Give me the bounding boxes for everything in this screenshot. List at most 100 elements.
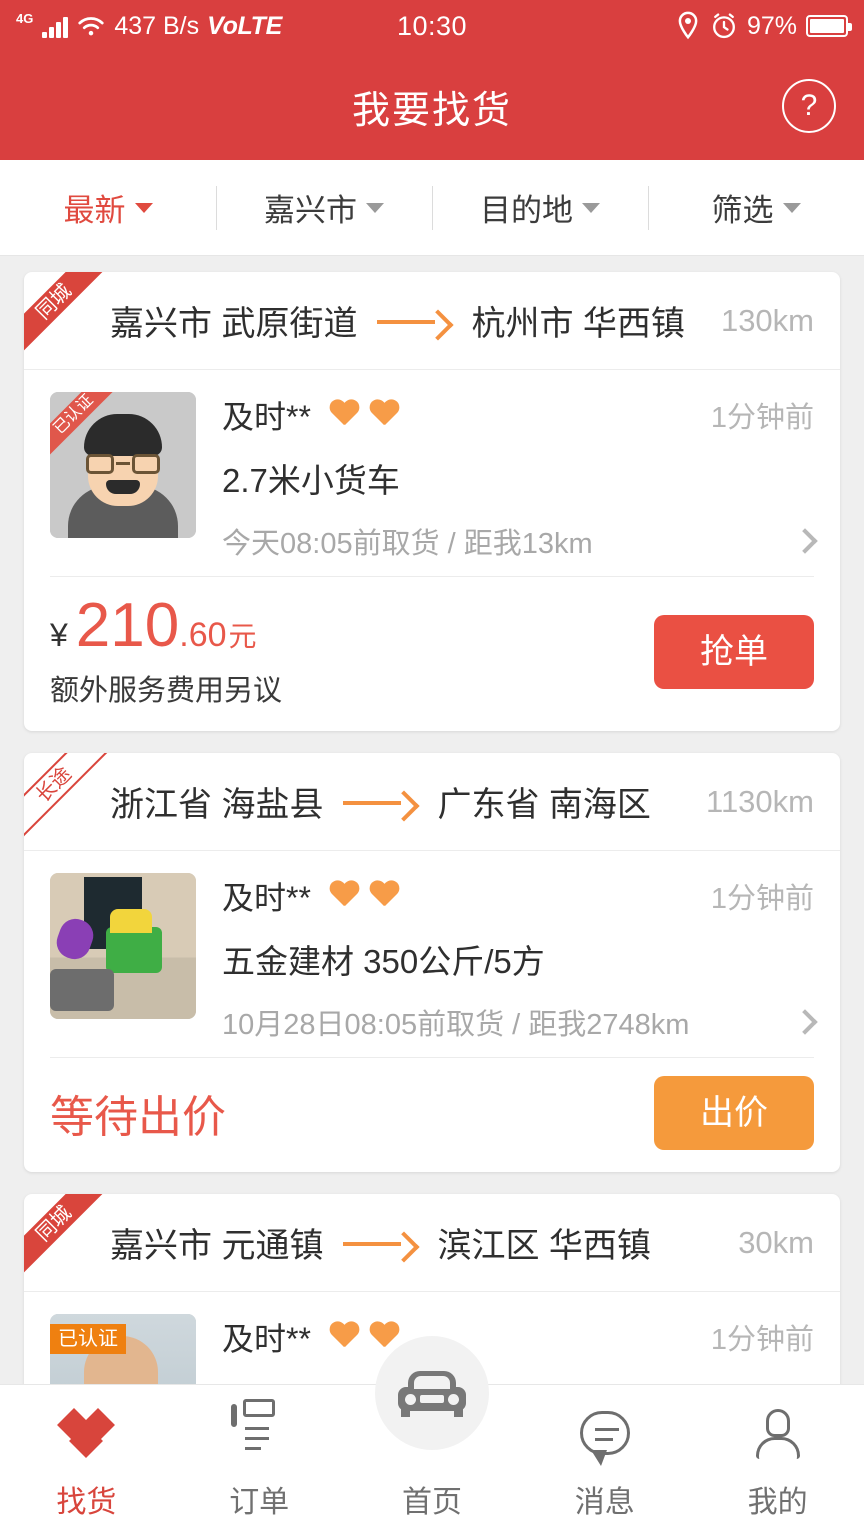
filter-bar: 最新 嘉兴市 目的地 筛选 (0, 160, 864, 256)
tab-label: 消息 (575, 1477, 635, 1521)
pickup-meta-label: 今天08:05前取货 / 距我13km (222, 520, 593, 562)
card-meta-row[interactable]: 今天08:05前取货 / 距我13km (222, 520, 814, 562)
filter-label: 嘉兴市 (264, 185, 357, 230)
arrow-right-icon (343, 1234, 417, 1252)
card-action-button[interactable]: 出价 (654, 1076, 814, 1150)
goods-label: 五金建材 350公斤/5方 (222, 935, 814, 983)
heart-icon (329, 881, 359, 911)
filter-latest[interactable]: 最新 (0, 160, 216, 255)
rating-hearts (329, 1322, 399, 1352)
heart-icon (329, 400, 359, 430)
time-ago-label: 1分钟前 (711, 875, 814, 917)
cargo-card[interactable]: 同城嘉兴市 武原街道杭州市 华西镇130km已认证及时**1分钟前2.7米小货车… (24, 272, 840, 731)
price-unit: 元 (229, 615, 257, 655)
card-info-top: 及时** 1分钟前 (222, 392, 814, 438)
currency-symbol: ¥ (50, 617, 68, 654)
origin-label: 嘉兴市 武原街道 (110, 296, 357, 345)
price-block: ¥210.60元额外服务费用另议 (50, 595, 282, 709)
filter-destination[interactable]: 目的地 (432, 160, 648, 255)
chevron-right-icon[interactable] (792, 1009, 817, 1034)
chevron-down-icon (783, 203, 801, 213)
filter-label: 最新 (64, 185, 126, 230)
app-header: 我要找货 ? (0, 52, 864, 160)
cargo-card[interactable]: 长途浙江省 海盐县广东省 南海区1130km及时**1分钟前五金建材 350公斤… (24, 753, 840, 1172)
route-row[interactable]: 嘉兴市 武原街道 杭州市 华西镇 130km (24, 272, 840, 370)
route-row[interactable]: 嘉兴市 元通镇 滨江区 华西镇 30km (24, 1194, 840, 1292)
tab-我的[interactable]: 我的 (691, 1385, 864, 1521)
route-distance-label: 30km (738, 1225, 814, 1261)
filter-origin-city[interactable]: 嘉兴市 (216, 160, 432, 255)
price-decimal: .60 (179, 616, 226, 655)
heart-icon (369, 400, 399, 430)
card-action-button[interactable]: 抢单 (654, 615, 814, 689)
route-distance-label: 130km (721, 303, 814, 339)
card-info-top: 及时** 1分钟前 (222, 1314, 814, 1360)
user-name-label: 及时** (222, 1314, 311, 1360)
tab-找货[interactable]: 找货 (0, 1385, 173, 1521)
price-line: ¥210.60元 (50, 595, 282, 657)
clipboard-icon (231, 1407, 287, 1463)
arrow-right-icon (343, 793, 417, 811)
filter-label: 目的地 (480, 185, 573, 230)
pickup-meta-label: 10月28日08:05前取货 / 距我2748km (222, 1001, 689, 1043)
verified-badge: 已认证 (50, 1324, 126, 1354)
status-bar: 4G 437 B/s VoLTE 10:30 97% (0, 0, 864, 52)
person-icon (750, 1407, 806, 1463)
card-info-top: 及时** 1分钟前 (222, 873, 814, 919)
tab-label: 找货 (56, 1477, 116, 1521)
heart-icon (369, 1322, 399, 1352)
page-title: 我要找货 (352, 79, 512, 134)
origin-label: 浙江省 海盐县 (110, 777, 323, 826)
chevron-down-icon (135, 203, 153, 213)
destination-label: 杭州市 华西镇 (471, 296, 684, 345)
heart-icon (369, 881, 399, 911)
chevron-right-icon[interactable] (792, 528, 817, 553)
tab-订单[interactable]: 订单 (173, 1385, 346, 1521)
arrow-right-icon (377, 312, 451, 330)
goods-label: 2.7米小货车 (222, 454, 814, 502)
tab-label: 订单 (229, 1477, 289, 1521)
diamond-logo-icon (58, 1407, 114, 1463)
chevron-down-icon (366, 203, 384, 213)
avatar[interactable]: 已认证 (50, 392, 196, 538)
filter-more[interactable]: 筛选 (648, 160, 864, 255)
home-fab-button[interactable] (375, 1336, 489, 1450)
origin-label: 嘉兴市 元通镇 (110, 1218, 323, 1267)
price-integer: 210 (76, 595, 179, 657)
tab-label: 首页 (402, 1477, 462, 1521)
filter-label: 筛选 (712, 185, 774, 230)
card-meta-row[interactable]: 10月28日08:05前取货 / 距我2748km (222, 1001, 814, 1043)
card-body[interactable]: 已认证及时** 1分钟前 2.7米小货车今天08:05前取货 / 距我13km (24, 370, 840, 576)
card-info: 及时** 1分钟前五金建材 350公斤/5方 10月28日08:05前取货 / 距我… (222, 873, 814, 1043)
price-note-label: 额外服务费用另议 (50, 667, 282, 709)
location-icon (675, 11, 701, 41)
card-info: 及时** 1分钟前 2.7米小货车今天08:05前取货 / 距我13km (222, 392, 814, 562)
help-button[interactable]: ? (782, 79, 836, 133)
user-name-label: 及时** (222, 873, 311, 919)
rating-hearts (329, 400, 399, 430)
battery-icon (806, 15, 848, 37)
cargo-list: 同城嘉兴市 武原街道杭州市 华西镇130km已认证及时**1分钟前2.7米小货车… (0, 256, 864, 1474)
destination-label: 广东省 南海区 (437, 777, 650, 826)
card-body[interactable]: 及时** 1分钟前五金建材 350公斤/5方 10月28日08:05前取货 / 距我… (24, 851, 840, 1057)
tab-label: 我的 (748, 1477, 808, 1521)
heart-icon (329, 1322, 359, 1352)
status-badge: 等待出价 (50, 1081, 226, 1145)
card-action-row: ¥210.60元额外服务费用另议 抢单 (24, 577, 840, 731)
car-icon (398, 1371, 466, 1415)
user-name-label: 及时** (222, 392, 311, 438)
route-distance-label: 1130km (706, 784, 814, 820)
alarm-icon (710, 12, 738, 40)
route-row[interactable]: 浙江省 海盐县 广东省 南海区 1130km (24, 753, 840, 851)
rating-hearts (329, 881, 399, 911)
battery-percent-label: 97% (747, 12, 797, 41)
avatar[interactable] (50, 873, 196, 1019)
chat-bubble-icon (577, 1407, 633, 1463)
destination-label: 滨江区 华西镇 (437, 1218, 650, 1267)
time-ago-label: 1分钟前 (711, 1316, 814, 1358)
time-ago-label: 1分钟前 (711, 394, 814, 436)
card-action-row: 等待出价 出价 (24, 1058, 840, 1172)
tab-消息[interactable]: 消息 (518, 1385, 691, 1521)
chevron-down-icon (582, 203, 600, 213)
status-bar-right: 97% (675, 11, 848, 41)
